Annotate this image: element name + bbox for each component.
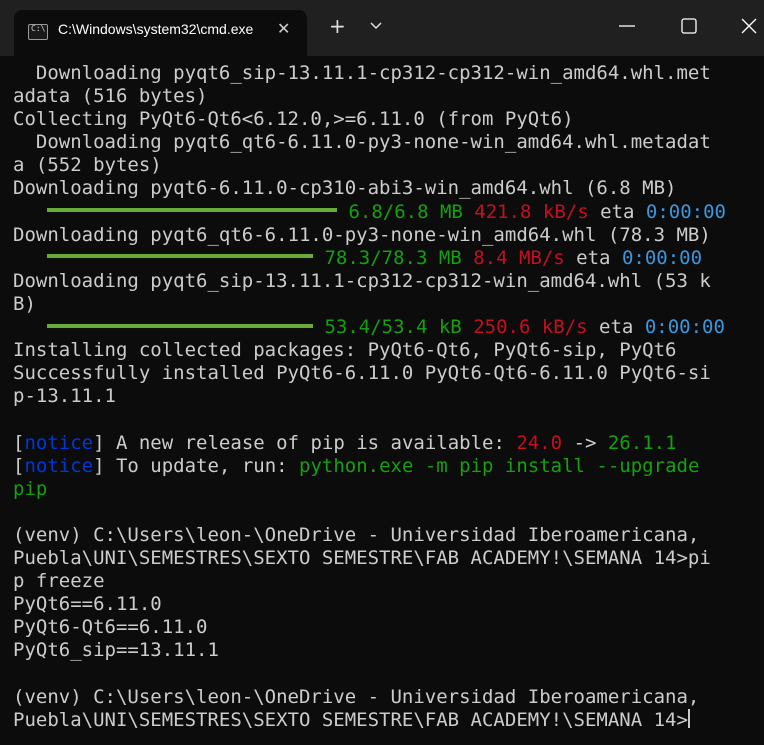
freeze-output: PyQt6_sip==13.11.1 bbox=[13, 639, 219, 662]
upgrade-command-cont: pip bbox=[13, 477, 48, 500]
freeze-output: PyQt6-Qt6==6.11.0 bbox=[13, 616, 208, 639]
chevron-down-icon[interactable] bbox=[369, 19, 383, 33]
pip-new-version: 26.1.1 bbox=[607, 431, 677, 454]
prompt-line: Puebla\UNI\SEMESTRES\SEXTO SEMESTRE\FAB … bbox=[13, 546, 711, 569]
download-speed: 421.8 kB/s bbox=[474, 200, 589, 223]
output-line: a (552 bytes) bbox=[13, 154, 162, 177]
output-line: Downloading pyqt6_sip-13.11.1-cp312-cp31… bbox=[13, 62, 711, 84]
output-line: Downloading pyqt6_qt6-6.11.0-py3-none-wi… bbox=[13, 223, 711, 246]
notice-line: [notice] A new release of pip is availab… bbox=[13, 431, 677, 454]
terminal-icon: C:\ bbox=[28, 24, 48, 40]
close-icon[interactable] bbox=[739, 16, 759, 36]
output-line: Downloading pyqt6_sip-13.11.1-cp312-cp31… bbox=[13, 269, 711, 292]
upgrade-command: python.exe -m pip install --upgrade bbox=[299, 454, 700, 477]
download-speed: 250.6 kB/s bbox=[473, 316, 588, 339]
download-size: 78.3/78.3 MB bbox=[324, 246, 462, 269]
notice-tag: notice bbox=[24, 431, 94, 454]
notice-tag: notice bbox=[24, 454, 94, 477]
output-line: p-13.11.1 bbox=[13, 385, 116, 408]
eta-label: eta bbox=[599, 316, 634, 339]
current-prompt[interactable]: Puebla\UNI\SEMESTRES\SEXTO SEMESTRE\FAB … bbox=[13, 708, 753, 732]
progress-bar bbox=[47, 208, 337, 213]
eta-value: 0:00:00 bbox=[645, 200, 726, 223]
version-arrow: -> bbox=[562, 431, 608, 454]
notice-text: To update, run: bbox=[104, 454, 300, 477]
progress-line-sip: 53.4/53.4 kB 250.6 kB/s eta 0:00:00 bbox=[13, 316, 753, 339]
tab-cmd[interactable]: C:\ C:\Windows\system32\cmd.exe ✕ bbox=[14, 10, 307, 56]
text-cursor bbox=[687, 708, 690, 728]
notice-text: A new release of pip is available: bbox=[104, 431, 517, 454]
progress-bar bbox=[47, 254, 313, 259]
minimize-icon[interactable] bbox=[617, 16, 637, 36]
progress-line-pyqt6: 6.8/6.8 MB 421.8 kB/s eta 0:00:00 bbox=[13, 201, 753, 224]
download-speed: 8.4 MB/s bbox=[473, 246, 565, 269]
prompt-line: (venv) C:\Users\leon-\OneDrive - Univers… bbox=[13, 523, 700, 546]
output-line: B) bbox=[13, 292, 36, 315]
eta-label: eta bbox=[600, 200, 635, 223]
tab-title: C:\Windows\system32\cmd.exe bbox=[58, 21, 254, 37]
prompt-text: Puebla\UNI\SEMESTRES\SEXTO SEMESTRE\FAB … bbox=[13, 708, 688, 731]
command-line: p freeze bbox=[13, 570, 105, 593]
eta-label: eta bbox=[576, 246, 611, 269]
download-size: 53.4/53.4 kB bbox=[324, 316, 462, 339]
output-line: Downloading pyqt6-6.11.0-cp310-abi3-win_… bbox=[13, 177, 677, 200]
eta-value: 0:00:00 bbox=[621, 246, 703, 269]
notice-line: [notice] To update, run: python.exe -m p… bbox=[13, 454, 700, 477]
output-line: Installing collected packages: PyQt6-Qt6… bbox=[13, 339, 677, 362]
tab-close-icon[interactable]: ✕ bbox=[277, 19, 290, 38]
terminal-output[interactable]: Downloading pyqt6_sip-13.11.1-cp312-cp31… bbox=[13, 62, 753, 732]
eta-value: 0:00:00 bbox=[644, 316, 725, 339]
maximize-icon[interactable] bbox=[679, 16, 699, 36]
output-line: adata (516 bytes) bbox=[13, 85, 208, 108]
prompt-line: (venv) C:\Users\leon-\OneDrive - Univers… bbox=[13, 685, 700, 708]
freeze-output: PyQt6==6.11.0 bbox=[13, 593, 162, 616]
progress-bar bbox=[47, 323, 313, 328]
title-bar: C:\ C:\Windows\system32\cmd.exe ✕ + bbox=[0, 0, 764, 56]
download-size: 6.8/6.8 MB bbox=[348, 200, 463, 223]
progress-line-qt6: 78.3/78.3 MB 8.4 MB/s eta 0:00:00 bbox=[13, 247, 753, 270]
output-line: Collecting PyQt6-Qt6<6.12.0,>=6.11.0 (fr… bbox=[13, 108, 574, 131]
output-line: Downloading pyqt6_qt6-6.11.0-py3-none-wi… bbox=[13, 131, 711, 154]
pip-old-version: 24.0 bbox=[516, 431, 563, 454]
new-tab-button[interactable]: + bbox=[329, 16, 346, 36]
output-line: Successfully installed PyQt6-6.11.0 PyQt… bbox=[13, 362, 711, 385]
